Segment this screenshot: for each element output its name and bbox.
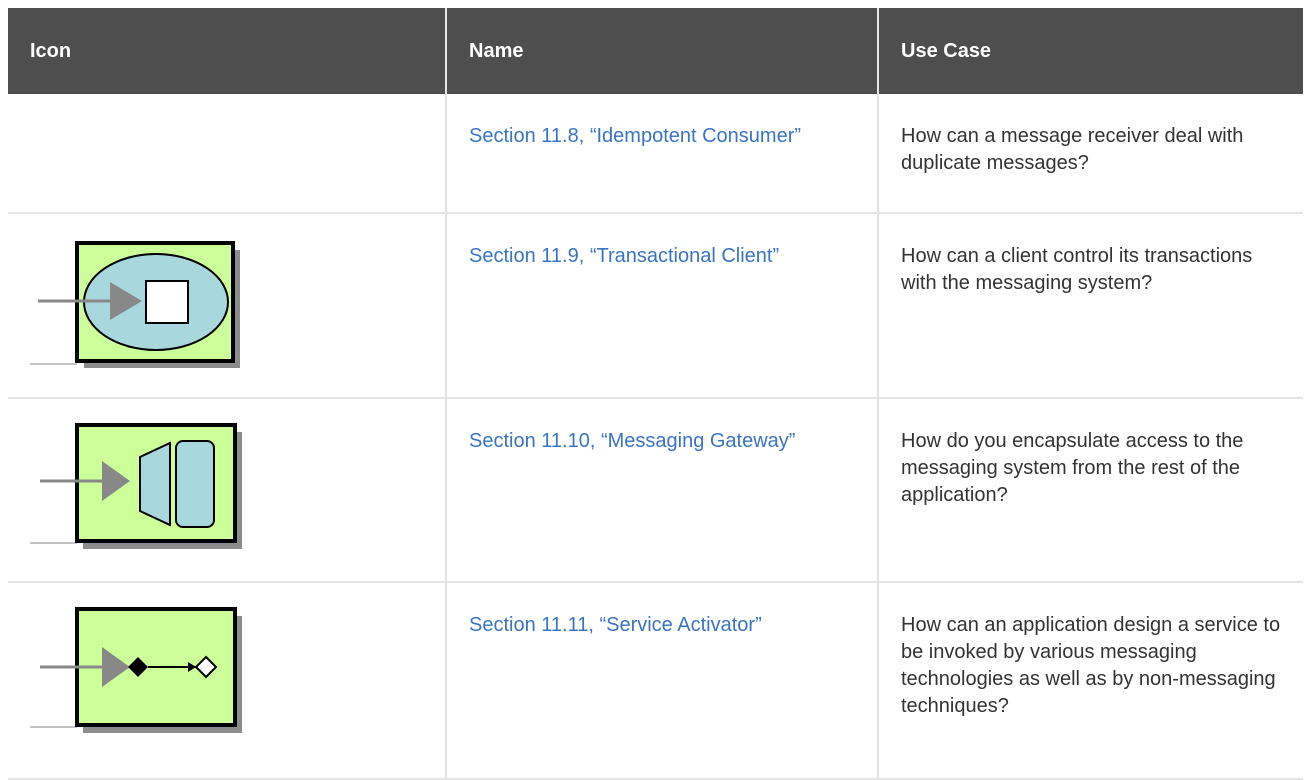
use-case-cell: How can a message receiver deal with dup… [878,94,1303,214]
icon-cell [8,582,447,780]
service-activator-link[interactable]: Section 11.11, “Service Activator” [469,614,762,636]
table-row: Section 11.8, “Idempotent Consumer” How … [8,94,1303,214]
eip-patterns-table: Icon Name Use Case Section 11.8, “Idempo… [8,8,1303,780]
name-cell: Section 11.11, “Service Activator” [446,582,879,780]
icon-cell-empty [8,94,447,214]
transactional-client-link[interactable]: Section 11.9, “Transactional Client” [469,245,779,267]
header-name: Name [446,8,879,94]
service-activator-icon [30,607,242,733]
name-cell: Section 11.8, “Idempotent Consumer” [446,94,879,214]
icon-cell [8,398,447,583]
use-case-cell: How do you encapsulate access to the mes… [878,398,1303,583]
use-case-cell: How can an application design a service … [878,582,1303,780]
transactional-client-icon [30,241,240,368]
use-case-text: How can an application design a service … [901,614,1281,717]
use-case-cell: How can a client control its transaction… [878,213,1303,399]
idempotent-consumer-link[interactable]: Section 11.8, “Idempotent Consumer” [469,125,801,147]
table-row: Section 11.11, “Service Activator” How c… [8,582,1303,780]
name-cell: Section 11.10, “Messaging Gateway” [446,398,879,583]
header-use-case: Use Case [901,39,992,62]
eip-patterns-table-container: Icon Name Use Case Section 11.8, “Idempo… [8,8,1303,780]
use-case-text: How do you encapsulate access to the mes… [901,430,1244,506]
use-case-text: How can a message receiver deal with dup… [901,125,1244,174]
table-row: Section 11.10, “Messaging Gateway” How d… [8,398,1303,583]
header-icon: Icon [8,8,447,94]
icon-cell [8,213,447,399]
name-cell: Section 11.9, “Transactional Client” [446,213,879,399]
messaging-gateway-link[interactable]: Section 11.10, “Messaging Gateway” [469,430,795,452]
messaging-gateway-icon [30,423,242,549]
use-case-text: How can a client control its transaction… [901,245,1253,294]
table-header-row: Icon Name Use Case [8,8,1303,94]
table-row: Section 11.9, “Transactional Client” How… [8,213,1303,399]
